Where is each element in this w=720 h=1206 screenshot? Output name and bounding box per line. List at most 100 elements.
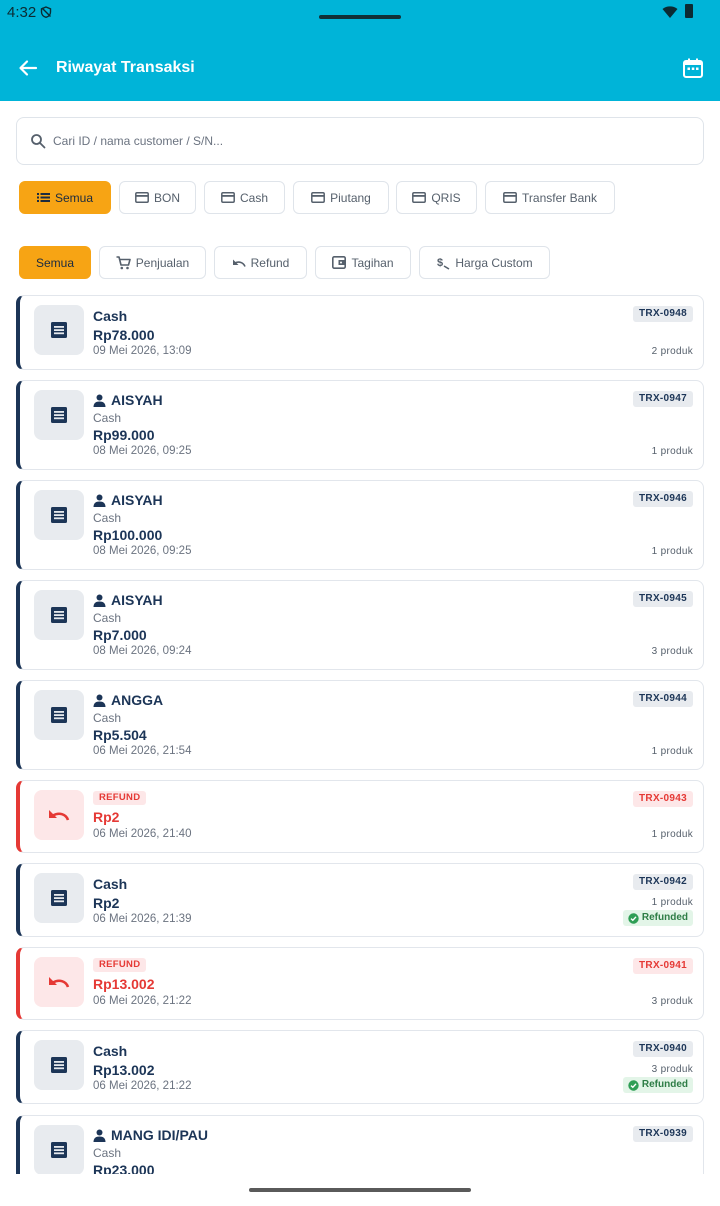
calendar-icon[interactable] bbox=[681, 56, 705, 80]
transaction-date: 06 Mei 2026, 21:22 bbox=[93, 1080, 192, 1092]
transaction-card[interactable]: Cash Rp2 06 Mei 2026, 21:39 TRX-0942 1 p… bbox=[16, 863, 704, 937]
receipt-icon bbox=[51, 322, 67, 338]
filter-type-harga-custom[interactable]: $ Harga Custom bbox=[419, 246, 550, 279]
undo-icon bbox=[232, 259, 246, 267]
back-arrow-icon[interactable] bbox=[17, 57, 39, 79]
app-header: 4:32 Riwayat Transaksi bbox=[0, 0, 720, 101]
item-count: 1 produk bbox=[651, 897, 693, 908]
item-count: 1 produk bbox=[651, 546, 693, 557]
receipt-icon-box bbox=[34, 1040, 84, 1090]
refund-badge: REFUND bbox=[93, 791, 147, 805]
check-circle-icon bbox=[628, 912, 639, 924]
transaction-date: 06 Mei 2026, 21:22 bbox=[93, 995, 192, 1007]
filter-payment-transfer-bank[interactable]: Transfer Bank bbox=[485, 181, 615, 214]
transaction-id: TRX-0940 bbox=[633, 1041, 693, 1057]
refunded-badge: Refunded bbox=[622, 1077, 693, 1093]
filter-type-refund[interactable]: Refund bbox=[214, 246, 307, 279]
status-time: 4:32 bbox=[7, 4, 37, 21]
refund-icon-box bbox=[34, 957, 84, 1007]
filter-type-semua[interactable]: Semua bbox=[19, 246, 91, 279]
transaction-id: TRX-0948 bbox=[633, 306, 693, 322]
refund-badge: REFUND bbox=[93, 958, 147, 972]
wallet-icon bbox=[332, 256, 347, 269]
credit-card-icon bbox=[412, 192, 427, 203]
transaction-amount: Rp99.000 bbox=[93, 427, 155, 443]
transaction-amount: Rp2 bbox=[93, 809, 120, 825]
price-tag-icon: $ bbox=[437, 257, 450, 270]
search-bar[interactable] bbox=[16, 117, 704, 165]
receipt-icon-box bbox=[34, 873, 84, 923]
refunded-badge: Refunded bbox=[622, 910, 693, 926]
customer-name-row: AISYAH bbox=[93, 392, 163, 408]
transaction-id: TRX-0942 bbox=[633, 874, 693, 890]
payment-method: Cash bbox=[93, 611, 122, 625]
transaction-card[interactable]: AISYAH Cash Rp7.000 08 Mei 2026, 09:24 T… bbox=[16, 580, 704, 670]
chip-label: Transfer Bank bbox=[522, 190, 597, 205]
gesture-nav-bar[interactable] bbox=[249, 1188, 471, 1192]
search-icon bbox=[31, 134, 46, 149]
undo-icon bbox=[49, 977, 70, 988]
payment-method: Cash bbox=[93, 411, 122, 425]
filter-type-penjualan[interactable]: Penjualan bbox=[99, 246, 206, 279]
customer-name: ANGGA bbox=[111, 692, 164, 708]
battery-icon bbox=[685, 4, 693, 18]
transaction-card[interactable]: Cash Rp13.002 06 Mei 2026, 21:22 TRX-094… bbox=[16, 1030, 704, 1104]
check-circle-icon bbox=[628, 1079, 639, 1091]
transaction-date: 08 Mei 2026, 09:25 bbox=[93, 545, 192, 557]
receipt-icon-box bbox=[34, 390, 84, 440]
search-input[interactable] bbox=[53, 128, 683, 154]
credit-card-icon bbox=[311, 192, 326, 203]
shield-off-icon bbox=[40, 6, 52, 18]
person-icon bbox=[93, 694, 106, 707]
refund-card[interactable]: REFUND Rp13.002 06 Mei 2026, 21:22 TRX-0… bbox=[16, 947, 704, 1020]
transaction-amount: Rp100.000 bbox=[93, 527, 163, 543]
chip-label: BON bbox=[153, 190, 180, 205]
transaction-card[interactable]: Cash Rp78.000 09 Mei 2026, 13:09 TRX-094… bbox=[16, 295, 704, 370]
transaction-card[interactable]: ANGGA Cash Rp5.504 06 Mei 2026, 21:54 TR… bbox=[16, 680, 704, 770]
payment-method: Cash bbox=[93, 1146, 122, 1160]
credit-card-icon bbox=[221, 192, 235, 203]
transaction-id: TRX-0943 bbox=[633, 791, 693, 807]
credit-card-icon bbox=[135, 192, 149, 203]
transaction-date: 06 Mei 2026, 21:54 bbox=[93, 745, 192, 757]
filter-payment-piutang[interactable]: Piutang bbox=[293, 181, 389, 214]
person-icon bbox=[93, 494, 106, 507]
filter-payment-cash[interactable]: Cash bbox=[204, 181, 285, 214]
payment-method: Cash bbox=[93, 711, 122, 725]
filter-payment-bon[interactable]: BON bbox=[119, 181, 196, 214]
customer-name: AISYAH bbox=[111, 392, 163, 408]
refund-icon-box bbox=[34, 790, 84, 840]
filter-payment-semua[interactable]: Semua bbox=[19, 181, 111, 214]
transaction-amount: Rp7.000 bbox=[93, 627, 147, 643]
payment-method: Cash bbox=[93, 511, 122, 525]
chip-label: Semua bbox=[54, 190, 94, 205]
svg-text:$: $ bbox=[437, 257, 443, 269]
list-icon bbox=[36, 193, 50, 202]
chip-label: Penjualan bbox=[135, 255, 190, 270]
transaction-card[interactable]: AISYAH Cash Rp99.000 08 Mei 2026, 09:25 … bbox=[16, 380, 704, 470]
transaction-id: TRX-0941 bbox=[633, 958, 693, 974]
filter-payment-qris[interactable]: QRIS bbox=[396, 181, 477, 214]
receipt-icon bbox=[51, 507, 67, 523]
transaction-card[interactable]: AISYAH Cash Rp100.000 08 Mei 2026, 09:25… bbox=[16, 480, 704, 570]
receipt-icon bbox=[51, 890, 67, 906]
filter-type-tagihan[interactable]: Tagihan bbox=[315, 246, 411, 279]
chip-label: Tagihan bbox=[351, 255, 394, 270]
person-icon bbox=[93, 394, 106, 407]
customer-name: AISYAH bbox=[111, 592, 163, 608]
refund-card[interactable]: REFUND Rp2 06 Mei 2026, 21:40 TRX-0943 1… bbox=[16, 780, 704, 853]
refunded-label: Refunded bbox=[641, 1079, 688, 1090]
cart-icon bbox=[116, 255, 131, 269]
receipt-icon bbox=[51, 707, 67, 723]
camera-notch bbox=[319, 15, 401, 19]
payment-method-title: Cash bbox=[93, 876, 128, 892]
item-count: 3 produk bbox=[651, 646, 693, 657]
chip-label: Harga Custom bbox=[455, 255, 533, 270]
receipt-icon-box bbox=[34, 305, 84, 355]
receipt-icon-box bbox=[34, 590, 84, 640]
receipt-icon bbox=[51, 1057, 67, 1073]
refunded-label: Refunded bbox=[641, 912, 688, 923]
receipt-icon-box bbox=[34, 490, 84, 540]
transaction-card[interactable]: MANG IDI/PAU Cash Rp23.000 TRX-0939 bbox=[16, 1115, 704, 1174]
person-icon bbox=[93, 1129, 106, 1142]
